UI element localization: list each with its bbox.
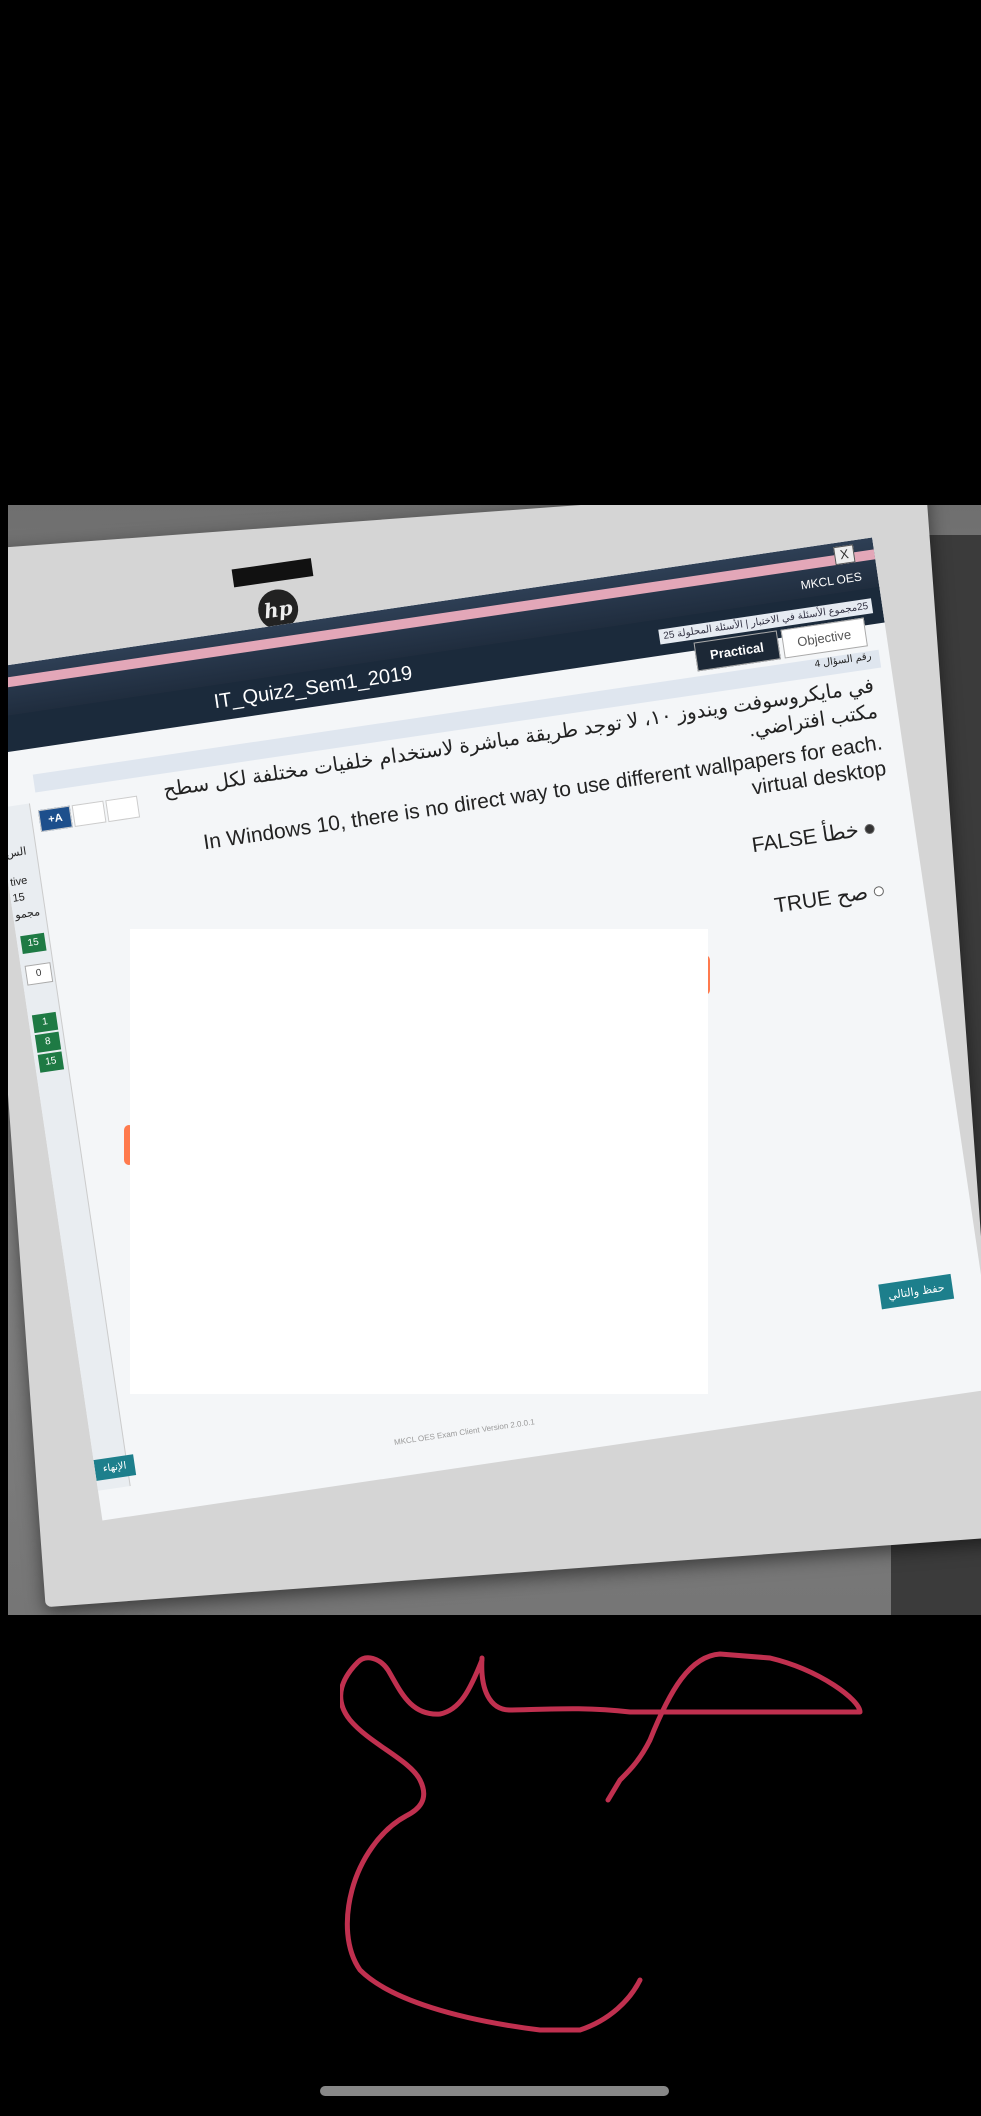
save-next-button[interactable]: حفظ والتالي bbox=[878, 1273, 955, 1310]
palette-question-button[interactable]: 15 bbox=[37, 1051, 65, 1073]
palette-question-button[interactable]: 1 bbox=[31, 1011, 59, 1034]
font-increase-button[interactable]: +A bbox=[37, 805, 73, 833]
palette-label: الس bbox=[8, 845, 28, 861]
option-true-label: صح TRUE bbox=[772, 881, 870, 918]
home-indicator[interactable] bbox=[320, 2086, 669, 2096]
radio-false[interactable] bbox=[863, 822, 876, 835]
redaction-box bbox=[130, 929, 708, 1394]
palette-question-button[interactable]: 8 bbox=[34, 1031, 62, 1053]
close-icon[interactable]: X bbox=[833, 544, 856, 566]
webcam bbox=[231, 558, 314, 588]
answer-options: خطأ FALSE صح TRUE bbox=[750, 815, 891, 958]
option-true[interactable]: صح TRUE bbox=[759, 878, 885, 921]
palette-total: 15 bbox=[11, 891, 26, 905]
answered-count-badge: 15 bbox=[20, 932, 47, 955]
unanswered-count-badge: 0 bbox=[24, 962, 54, 986]
font-default-button[interactable] bbox=[71, 800, 107, 828]
brand-label: MKCL OES bbox=[799, 569, 863, 593]
version-text: MKCL OES Exam Client Version 2.0.0.1 bbox=[393, 1417, 536, 1447]
option-false-label: خطأ FALSE bbox=[750, 818, 861, 858]
radio-true[interactable] bbox=[873, 885, 885, 897]
handwritten-signature bbox=[340, 1651, 863, 2033]
question-palette-panel: الس tive 15 مجمو 15 0 1 8 15 bbox=[8, 803, 131, 1491]
palette-sum-label: مجمو bbox=[14, 906, 41, 922]
palette-section-label: tive bbox=[9, 874, 29, 890]
option-false[interactable]: خطأ FALSE bbox=[750, 815, 876, 858]
